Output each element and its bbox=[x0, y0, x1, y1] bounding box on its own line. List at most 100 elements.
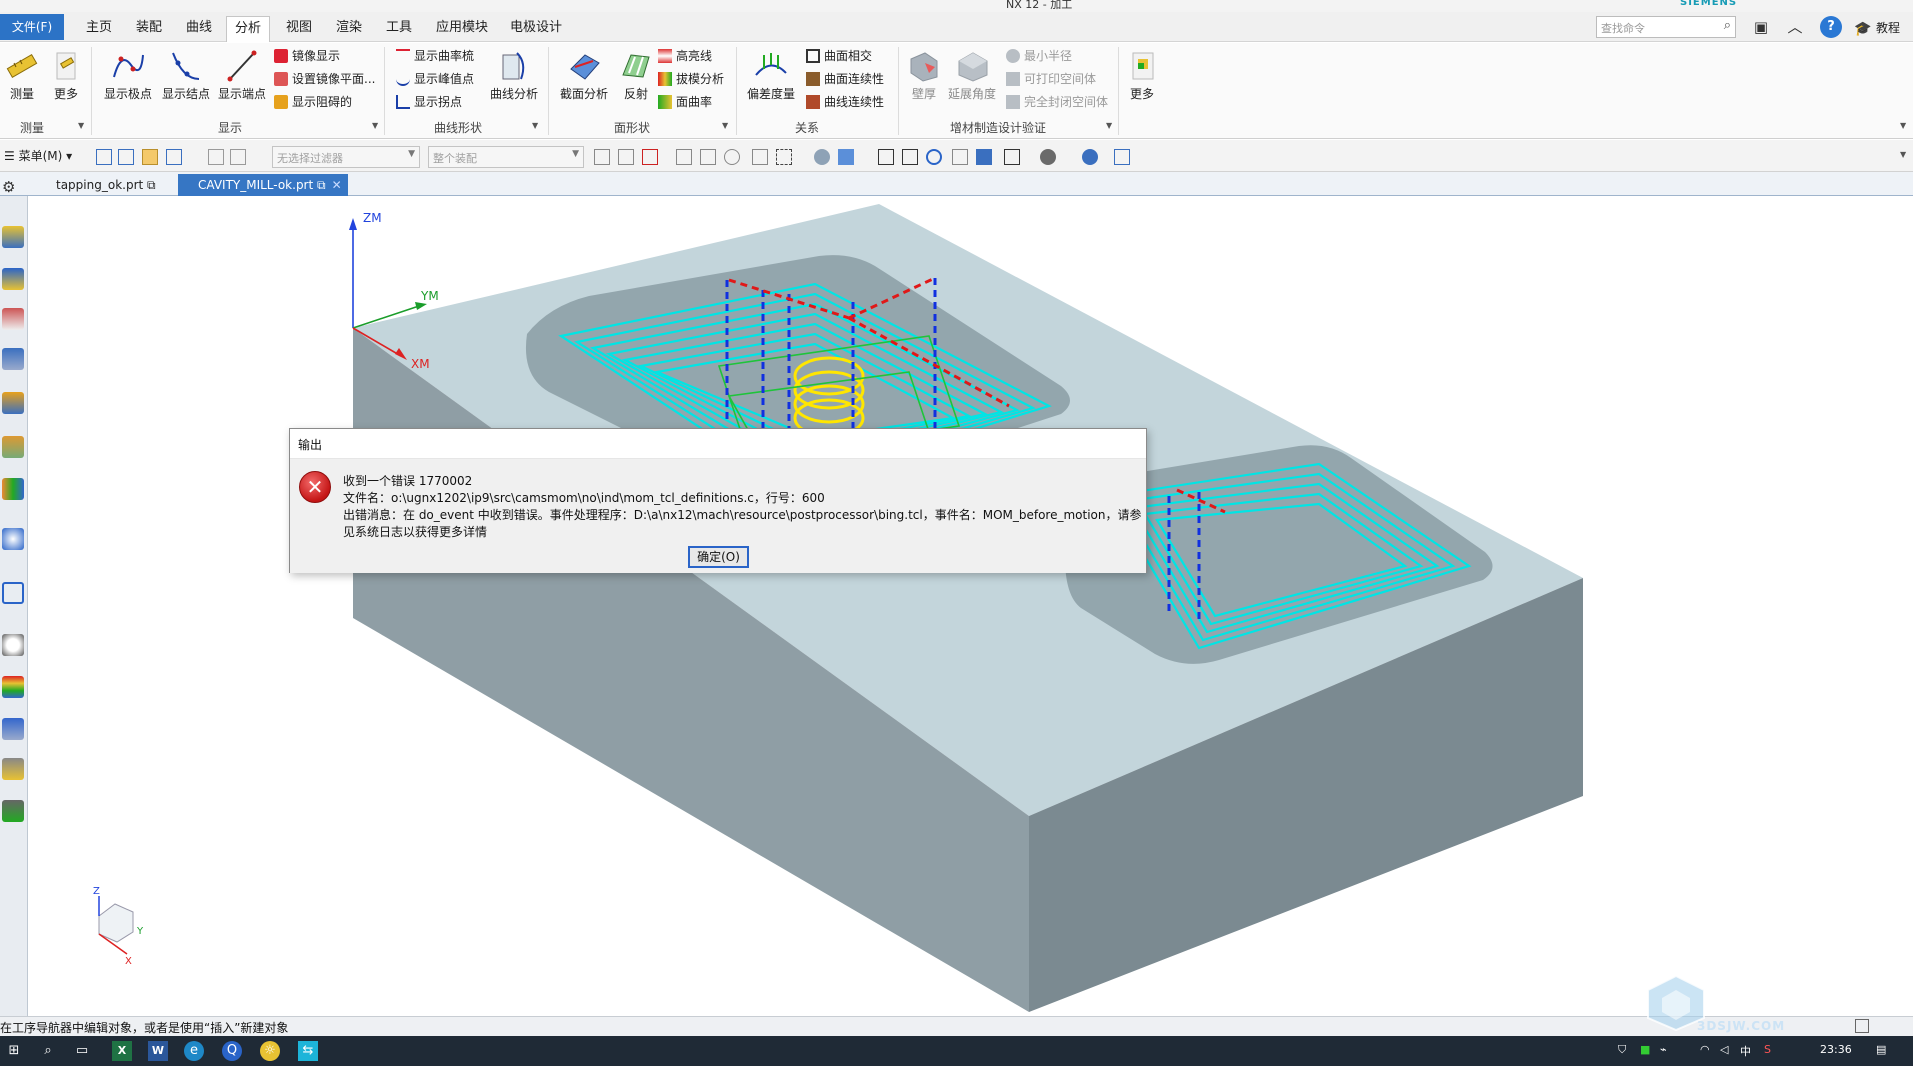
window-fit-icon[interactable]: ▣ bbox=[1750, 16, 1772, 38]
tab-electrode-design[interactable]: 电极设计 bbox=[502, 16, 570, 42]
excel-icon[interactable]: X bbox=[112, 1041, 132, 1061]
select-list-icon[interactable] bbox=[166, 149, 182, 165]
speaker-icon[interactable]: ◁ bbox=[1720, 1043, 1728, 1056]
box-select-icon[interactable] bbox=[776, 149, 792, 165]
help-icon[interactable]: ? bbox=[1820, 16, 1842, 38]
cube-icon[interactable] bbox=[838, 149, 854, 165]
snap-intersect-icon[interactable] bbox=[676, 149, 692, 165]
reuse-library-icon[interactable] bbox=[2, 348, 24, 370]
select-active-icon[interactable] bbox=[142, 149, 158, 165]
feature-navigator-icon[interactable] bbox=[2, 478, 24, 500]
wifi-icon[interactable]: ◠ bbox=[1700, 1043, 1710, 1056]
group-expand-icon[interactable]: ▼ bbox=[532, 121, 538, 130]
show-peak-button[interactable]: 显示峰值点 bbox=[394, 69, 474, 89]
render-style-icon[interactable] bbox=[1004, 149, 1020, 165]
nx-app-icon[interactable]: ⇆ bbox=[298, 1041, 318, 1061]
machine-navigator-icon[interactable] bbox=[2, 436, 24, 458]
show-curvature-comb-button[interactable]: 显示曲率梳 bbox=[394, 46, 474, 66]
zoom-icon[interactable] bbox=[902, 149, 918, 165]
orient-view-icon[interactable] bbox=[1082, 149, 1098, 165]
windows-start-icon[interactable]: ⊞ bbox=[4, 1041, 24, 1061]
deviation-measure-button[interactable]: 偏差度量 bbox=[742, 47, 800, 111]
tutorial-link[interactable]: 教程 bbox=[1876, 19, 1900, 36]
process-studio-icon[interactable] bbox=[2, 718, 24, 740]
curve-continuity-button[interactable]: 曲线连续性 bbox=[804, 92, 884, 112]
doc-tab-tapping[interactable]: tapping_ok.prt ⧉ bbox=[36, 174, 162, 196]
history-clock-icon[interactable] bbox=[2, 634, 24, 656]
snap-quadrant-icon[interactable] bbox=[724, 149, 740, 165]
set-mirror-plane-button[interactable]: 设置镜像平面... bbox=[272, 69, 375, 89]
type-filter-select[interactable]: 无选择过滤器 ▼ bbox=[272, 146, 420, 168]
part-navigator-icon[interactable] bbox=[2, 308, 24, 330]
manufacturing-wizard-icon[interactable] bbox=[2, 758, 24, 780]
select-feature-icon[interactable] bbox=[118, 149, 134, 165]
closed-void-button[interactable]: 完全封闭空间体 bbox=[1004, 92, 1108, 112]
ribbon-options-icon[interactable]: ▼ bbox=[1900, 121, 1906, 130]
model-canvas[interactable]: ZM YM XM Z X Y bbox=[29, 196, 1913, 1016]
snap-icon[interactable] bbox=[208, 149, 224, 165]
select-icon[interactable] bbox=[96, 149, 112, 165]
close-icon[interactable]: ✕ bbox=[332, 178, 342, 192]
measure-button[interactable]: 测量 bbox=[2, 47, 42, 111]
highlight-lines-button[interactable]: 高亮线 bbox=[656, 46, 712, 66]
pan-icon[interactable] bbox=[952, 149, 968, 165]
fit-view-icon[interactable] bbox=[878, 149, 894, 165]
filter-icon[interactable] bbox=[230, 149, 246, 165]
tab-assembly[interactable]: 装配 bbox=[128, 16, 170, 42]
word-icon[interactable]: W bbox=[148, 1041, 168, 1061]
file-menu-tab[interactable]: 文件(F) bbox=[0, 14, 64, 40]
group-expand-icon[interactable]: ▼ bbox=[1106, 121, 1112, 130]
search-icon[interactable]: ⌕ bbox=[38, 1041, 58, 1061]
search-icon[interactable]: ⌕ bbox=[1724, 18, 1731, 33]
palette-icon[interactable] bbox=[2, 582, 24, 604]
rotate-icon[interactable] bbox=[926, 149, 942, 165]
selection-scope-select[interactable]: 整个装配 ▼ bbox=[428, 146, 584, 168]
min-radius-button[interactable]: 最小半径 bbox=[1004, 46, 1072, 66]
snap-endpoint-icon[interactable] bbox=[594, 149, 610, 165]
toolbar-options-icon[interactable]: ▼ bbox=[1900, 150, 1906, 159]
mirror-display-button[interactable]: 镜像显示 bbox=[272, 46, 340, 66]
draft-analysis-button[interactable]: 拔模分析 bbox=[656, 69, 724, 89]
snap-control-icon[interactable] bbox=[642, 149, 658, 165]
snap-midpoint-icon[interactable] bbox=[618, 149, 634, 165]
clock-time[interactable]: 23:36 bbox=[1820, 1043, 1852, 1056]
tab-tools[interactable]: 工具 bbox=[378, 16, 420, 42]
curve-analysis-button[interactable]: 曲线分析 bbox=[486, 47, 542, 111]
collapse-ribbon-icon[interactable]: ︿ bbox=[1784, 16, 1806, 38]
gear-icon[interactable]: ⚙ bbox=[2, 178, 15, 196]
group-expand-icon[interactable]: ▼ bbox=[722, 121, 728, 130]
ribbon-more-button[interactable]: 更多 bbox=[1124, 47, 1160, 111]
sogou-icon[interactable]: S bbox=[1764, 1043, 1771, 1056]
wall-thickness-button[interactable]: 壁厚 bbox=[900, 47, 948, 111]
shield-icon[interactable]: ⛉ bbox=[1618, 1043, 1626, 1057]
constraint-navigator-icon[interactable] bbox=[2, 268, 24, 290]
notification-icon[interactable]: ▤ bbox=[1876, 1043, 1886, 1056]
reflection-button[interactable]: 反射 bbox=[614, 47, 658, 111]
shaded-icon[interactable] bbox=[814, 149, 830, 165]
fullscreen-icon[interactable] bbox=[1855, 1019, 1869, 1033]
main-menu-button[interactable]: ☰ 菜单(M) ▾ bbox=[4, 147, 72, 164]
snap-arc-center-icon[interactable] bbox=[700, 149, 716, 165]
layer-icon[interactable] bbox=[1114, 149, 1130, 165]
show-block-button[interactable]: 显示阻碍的 bbox=[272, 92, 352, 112]
show-poles-button[interactable]: 显示极点 bbox=[100, 47, 156, 111]
perspective-icon[interactable] bbox=[976, 149, 992, 165]
printable-void-button[interactable]: 可打印空间体 bbox=[1004, 69, 1096, 89]
overhang-angle-button[interactable]: 延展角度 bbox=[944, 47, 1000, 111]
operation-navigator-icon[interactable] bbox=[2, 392, 24, 414]
lighting-icon[interactable] bbox=[1040, 149, 1056, 165]
tab-home[interactable]: 主页 bbox=[78, 16, 120, 42]
assembly-navigator-icon[interactable] bbox=[2, 226, 24, 248]
web-browser-icon[interactable] bbox=[2, 528, 24, 550]
group-expand-icon[interactable]: ▼ bbox=[372, 121, 378, 130]
system-materials-icon[interactable] bbox=[2, 800, 24, 822]
browser-q-icon[interactable]: Q bbox=[222, 1041, 242, 1061]
tab-applications[interactable]: 应用模块 bbox=[428, 16, 496, 42]
edge-icon[interactable]: e bbox=[184, 1041, 204, 1061]
graphics-window[interactable]: ZM YM XM Z X Y bbox=[29, 196, 1913, 1016]
face-continuity-button[interactable]: 曲面连续性 bbox=[804, 69, 884, 89]
ok-button[interactable]: 确定(O) bbox=[688, 546, 749, 568]
show-inflection-button[interactable]: 显示拐点 bbox=[394, 92, 462, 112]
tab-render[interactable]: 渲染 bbox=[328, 16, 370, 42]
face-intersect-button[interactable]: 曲面相交 bbox=[804, 46, 872, 66]
